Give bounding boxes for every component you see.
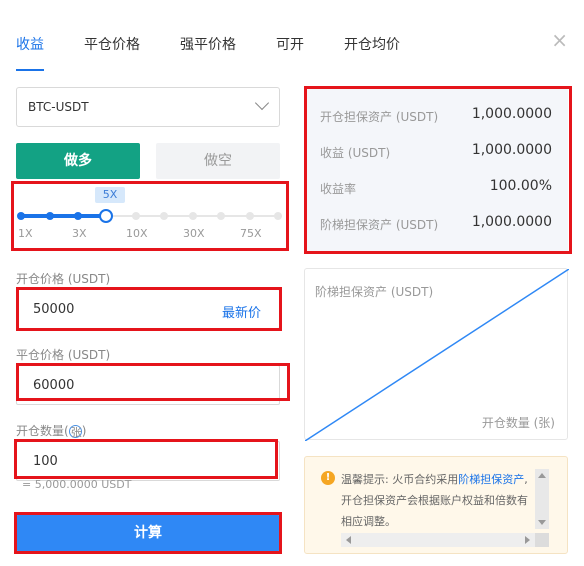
chart-y-label: 阶梯担保资产 (USDT): [315, 285, 434, 299]
result-value: 100.00%: [489, 178, 552, 194]
tab-available[interactable]: 可开: [276, 34, 304, 54]
tab-close-price[interactable]: 平仓价格: [84, 34, 140, 54]
leverage-value-badge: 5X: [95, 187, 125, 203]
result-row: 收益 (USDT) 1,000.0000: [320, 142, 552, 162]
scroll-down-arrow-icon[interactable]: [538, 520, 546, 525]
result-value: 1,000.0000: [471, 142, 552, 158]
slider-step-dot[interactable]: [189, 212, 197, 220]
leverage-tick-label: 10X: [126, 227, 148, 240]
result-key: 开仓担保资产 (USDT): [320, 110, 439, 124]
info-icon[interactable]: 张: [68, 425, 82, 439]
tab-liquidation-price[interactable]: 强平价格: [180, 34, 236, 54]
slider-step-dot[interactable]: [246, 212, 254, 220]
open-qty-label: 开仓数量(张): [16, 422, 86, 439]
slider-handle[interactable]: [99, 209, 113, 223]
results-panel: 开仓担保资产 (USDT) 1,000.0000 收益 (USDT) 1,000…: [304, 87, 568, 253]
scroll-left-arrow-icon[interactable]: [346, 536, 351, 544]
result-row: 开仓担保资产 (USDT) 1,000.0000: [320, 106, 552, 126]
result-row: 阶梯担保资产 (USDT) 1,000.0000: [320, 214, 552, 234]
notice-text: 温馨提示: 火币合约采用阶梯担保资产, 开仓担保资产会根据账户权益和倍数有相应调…: [341, 469, 531, 532]
slider-step-dot[interactable]: [17, 212, 25, 220]
notice-prefix: 温馨提示: 火币合约采用: [341, 473, 459, 486]
close-price-value: 60000: [33, 378, 75, 393]
long-button[interactable]: 做多: [16, 143, 140, 179]
open-price-value: 50000: [33, 302, 75, 317]
leverage-tick-label: 1X: [18, 227, 33, 240]
result-value: 1,000.0000: [471, 214, 552, 230]
tier-margin-chart: 阶梯担保资产 (USDT) 开仓数量 (张): [304, 268, 569, 441]
notice-box: ! 温馨提示: 火币合约采用阶梯担保资产, 开仓担保资产会根据账户权益和倍数有相…: [304, 456, 568, 554]
calculator-tabs: 收益 平仓价格 强平价格 可开 开仓均价 ×: [0, 0, 584, 72]
slider-step-dot[interactable]: [132, 212, 140, 220]
result-value: 1,000.0000: [471, 106, 552, 122]
result-key: 阶梯担保资产 (USDT): [320, 218, 439, 232]
scroll-up-arrow-icon[interactable]: [538, 473, 546, 478]
open-price-label: 开仓价格 (USDT): [16, 272, 111, 286]
slider-track-fill: [20, 214, 106, 218]
open-qty-usdt-hint: = 5,000.0000 USDT: [22, 478, 132, 491]
short-button[interactable]: 做空: [156, 143, 280, 179]
tab-avg-open-price[interactable]: 开仓均价: [344, 34, 400, 54]
slider-step-dot[interactable]: [74, 212, 82, 220]
open-qty-unit: 张: [70, 426, 82, 439]
latest-price-link[interactable]: 最新价: [222, 302, 261, 321]
slider-step-dot[interactable]: [46, 212, 54, 220]
leverage-tick-label: 30X: [183, 227, 205, 240]
tier-margin-link[interactable]: 阶梯担保资产: [458, 473, 524, 486]
slider-step-dot[interactable]: [274, 212, 282, 220]
calculate-button[interactable]: 计算: [16, 515, 280, 551]
result-key: 收益率: [320, 182, 357, 196]
tab-profit[interactable]: 收益: [16, 34, 44, 54]
close-price-input[interactable]: 60000: [16, 365, 280, 405]
vertical-scrollbar[interactable]: [535, 469, 549, 529]
result-key: 收益 (USDT): [320, 146, 391, 160]
warning-icon: !: [321, 471, 335, 485]
horizontal-scrollbar[interactable]: [341, 533, 535, 547]
open-qty-input[interactable]: 100: [16, 441, 280, 481]
close-price-label: 平仓价格 (USDT): [16, 348, 111, 362]
leverage-tick-label: 75X: [240, 227, 262, 240]
pair-select[interactable]: BTC-USDT: [16, 87, 280, 127]
leverage-slider[interactable]: 5X 1X 3X 10X 30X 75X: [12, 183, 290, 251]
slider-step-dot[interactable]: [217, 212, 225, 220]
open-qty-label-prefix: 开仓数量(: [16, 424, 69, 438]
leverage-tick-label: 3X: [72, 227, 87, 240]
chart-x-label: 开仓数量 (张): [481, 416, 555, 430]
chevron-down-icon: [254, 95, 270, 111]
pair-select-value: BTC-USDT: [28, 100, 89, 114]
open-qty-label-suffix: ): [81, 424, 87, 438]
slider-step-dot[interactable]: [160, 212, 168, 220]
open-price-input[interactable]: 50000 最新价: [16, 289, 280, 329]
scroll-right-arrow-icon[interactable]: [525, 536, 530, 544]
close-icon[interactable]: ×: [551, 28, 568, 52]
active-tab-underline: [16, 69, 44, 71]
scrollbar-corner: [535, 533, 549, 547]
open-qty-value: 100: [33, 454, 58, 469]
result-row: 收益率 100.00%: [320, 178, 552, 198]
